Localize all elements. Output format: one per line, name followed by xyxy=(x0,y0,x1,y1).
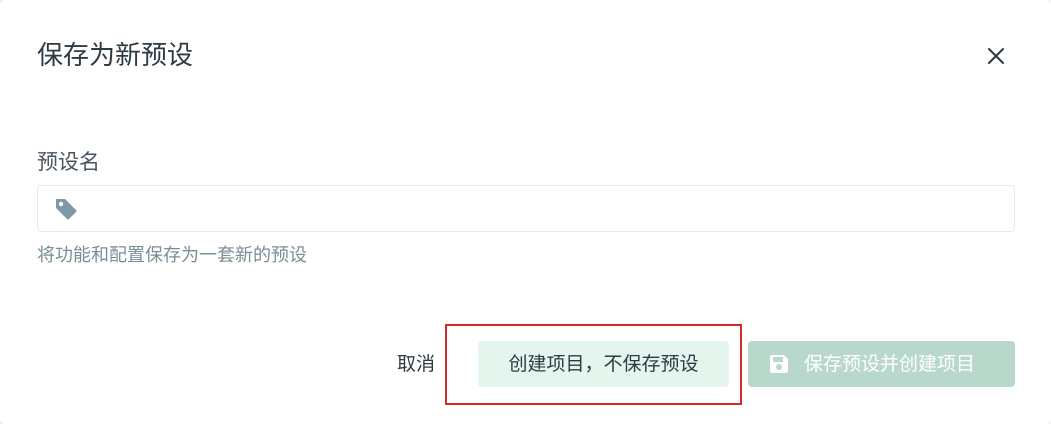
preset-help-text: 将功能和配置保存为一套新的预设 xyxy=(37,245,307,266)
floppy-disk-icon xyxy=(770,355,788,373)
save-preset-dialog: 保存为新预设 预设名 将功能和配置保存为一套新的预设 取消 创建项目，不保存预设… xyxy=(0,0,1051,424)
close-button[interactable] xyxy=(980,40,1012,72)
save-and-create-button[interactable]: 保存预设并创建项目 xyxy=(748,341,1015,387)
cancel-button[interactable]: 取消 xyxy=(387,346,445,382)
preset-name-field[interactable] xyxy=(37,185,1015,232)
tag-icon xyxy=(56,199,77,220)
create-without-saving-button[interactable]: 创建项目，不保存预设 xyxy=(478,341,729,387)
preset-name-label: 预设名 xyxy=(37,150,100,174)
preset-name-input[interactable] xyxy=(90,186,1008,231)
dialog-title: 保存为新预设 xyxy=(37,41,194,71)
save-and-create-label: 保存预设并创建项目 xyxy=(804,353,976,375)
close-icon xyxy=(988,48,1004,64)
